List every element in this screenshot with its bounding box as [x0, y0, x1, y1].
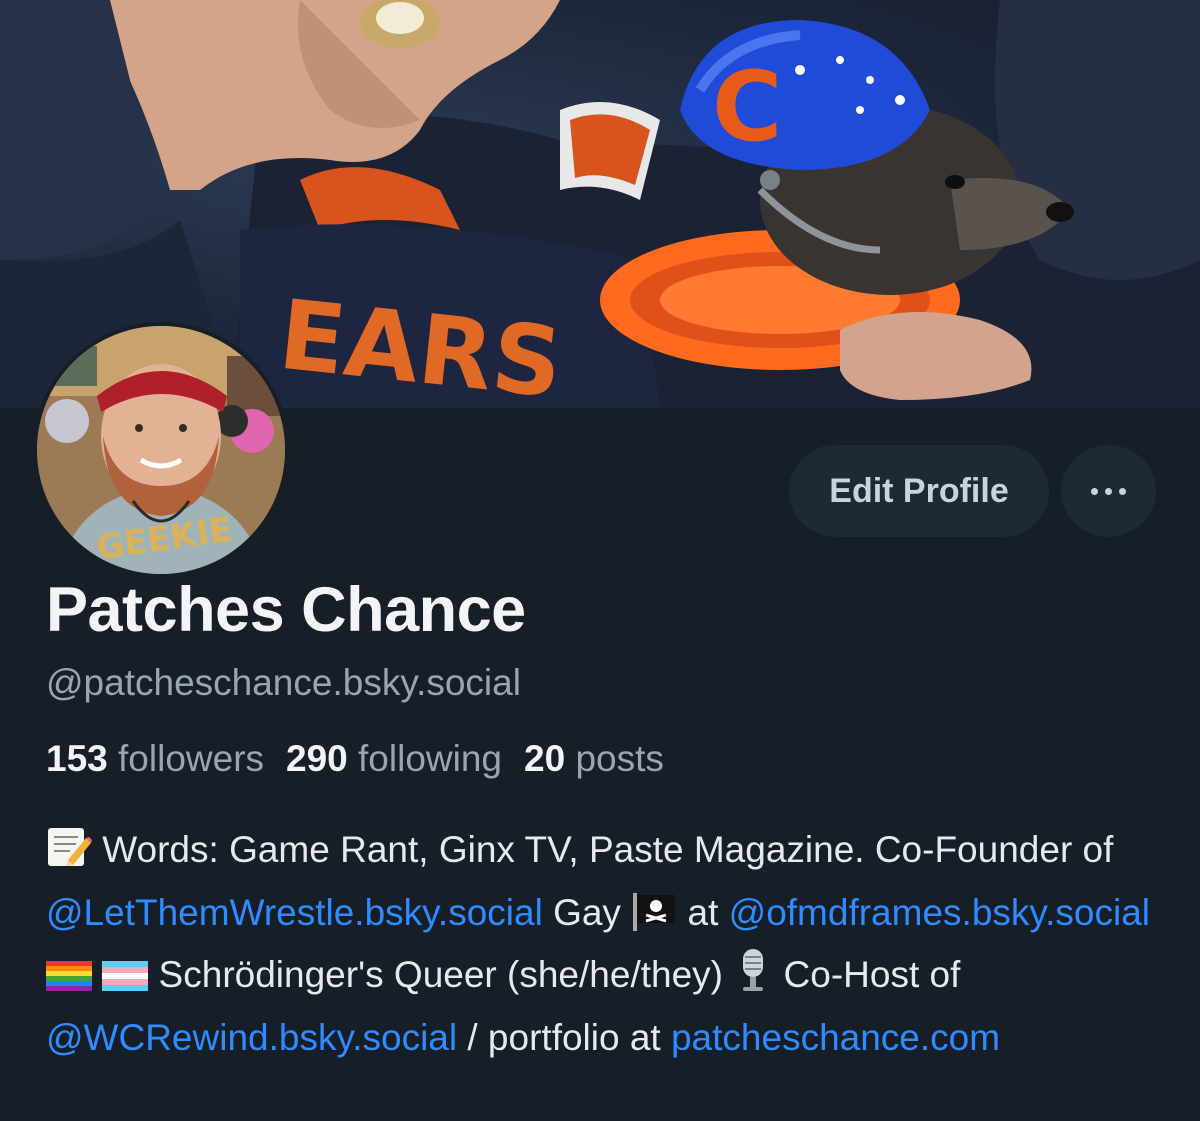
more-options-button[interactable] [1061, 445, 1156, 537]
bio-mention-ofmdframes[interactable]: @ofmdframes.bsky.social [729, 892, 1150, 933]
followers-stat[interactable]: 153 followers [46, 738, 264, 779]
followers-label: followers [118, 738, 265, 779]
bio-text-3: at [677, 891, 729, 933]
edit-profile-button[interactable]: Edit Profile [789, 445, 1049, 537]
posts-stat: 20 posts [524, 738, 664, 779]
profile-stats: 153 followers 290 following 20 posts [46, 738, 664, 780]
bio-text-5: Co-Host of [773, 954, 961, 995]
ellipsis-icon [1091, 487, 1126, 495]
profile-display-name: Patches Chance [46, 575, 526, 645]
profile-handle: @patcheschance.bsky.social [46, 662, 521, 703]
following-count: 290 [286, 738, 348, 779]
bio-text-2: Gay [542, 891, 632, 933]
pirate-flag-icon [631, 891, 677, 948]
bio-link-portfolio[interactable]: patcheschance.com [671, 1017, 1000, 1058]
rainbow-flag-icon [46, 953, 92, 1010]
bio-mention-wcrewind[interactable]: @WCRewind.bsky.social [46, 1017, 457, 1058]
followers-count: 153 [46, 738, 108, 779]
following-label: following [358, 738, 503, 779]
profile-page: EARS C GEEKIE Edit Profile Patches Chanc… [0, 0, 1200, 1121]
trans-flag-icon [102, 953, 149, 1010]
following-stat[interactable]: 290 following [286, 738, 502, 779]
bio-text-4: Schrödinger's Queer (she/he/they) [148, 954, 734, 995]
profile-bio: Words: Game Rant, Ginx TV, Paste Magazin… [46, 822, 1166, 1066]
bio-text-1: Words: Game Rant, Ginx TV, Paste Magazin… [92, 829, 1114, 870]
posts-label: posts [575, 738, 664, 779]
profile-avatar[interactable]: GEEKIE [33, 322, 289, 578]
avatar-photo: GEEKIE [37, 326, 285, 574]
posts-count: 20 [524, 738, 566, 779]
memo-icon [46, 826, 92, 885]
bio-mention-letthemwrestle[interactable]: @LetThemWrestle.bsky.social [46, 892, 543, 933]
microphone-icon [733, 947, 773, 1010]
bio-text-6: / portfolio at [457, 1016, 671, 1058]
svg-text:C: C [712, 51, 782, 163]
